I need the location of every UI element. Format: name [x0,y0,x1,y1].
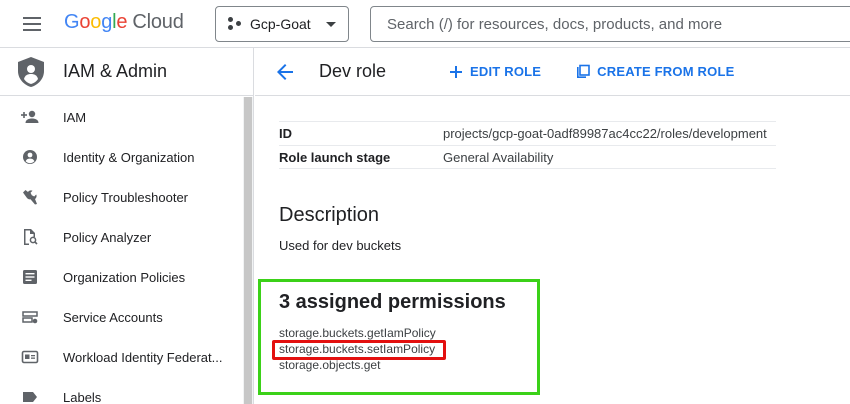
sidebar-header: IAM & Admin [0,48,253,96]
back-arrow-icon[interactable] [273,60,297,84]
project-selector[interactable]: Gcp-Goat [215,6,349,42]
hamburger-menu-icon[interactable] [20,12,44,36]
service-account-icon [20,307,40,327]
project-dots-icon [228,17,242,31]
sidebar-scrollbar-thumb[interactable] [244,97,252,404]
plus-icon [450,65,463,78]
create-from-role-label: CREATE FROM ROLE [597,64,735,79]
sidebar-item-label: Policy Analyzer [63,229,152,245]
shield-icon [18,56,44,87]
edit-role-button[interactable]: EDIT ROLE [448,64,541,80]
permissions-heading: 3 assigned permissions [279,291,506,313]
list-document-icon [20,267,40,287]
permission-item: storage.buckets.getIamPolicy [279,326,436,340]
sidebar-item-policy-analyzer[interactable]: Policy Analyzer [0,217,243,257]
google-cloud-logo[interactable]: Google Cloud [64,11,184,34]
copy-icon [577,64,590,78]
search-input[interactable] [370,6,850,42]
account-circle-icon [20,147,40,167]
caret-down-icon [326,21,336,27]
sidebar-item-policy-troubleshooter[interactable]: Policy Troubleshooter [0,177,243,217]
main-content: Dev role EDIT ROLE CREATE FROM ROLE ID p… [255,48,850,404]
detail-key: ID [279,126,292,141]
detail-row-launch-stage: Role launch stage General Availability [279,145,776,169]
sidebar-nav: IAM Identity & Organization Policy Troub… [0,97,243,404]
permission-highlight-box [272,340,446,360]
detail-value: projects/gcp-goat-0adf89987ac4cc22/roles… [443,126,767,141]
sidebar-item-iam[interactable]: IAM [0,97,243,137]
edit-role-label: EDIT ROLE [470,64,542,79]
sidebar-item-label: Identity & Organization [63,149,195,165]
sidebar-item-workload-identity-federation[interactable]: Workload Identity Federat... [0,337,243,377]
person-add-icon [20,107,40,127]
description-heading: Description [279,204,380,226]
sidebar-item-label: Organization Policies [63,269,186,285]
sidebar-item-label: IAM [63,109,87,125]
logo-google-text: Google [64,11,128,33]
detail-row-id: ID projects/gcp-goat-0adf89987ac4cc22/ro… [279,121,776,145]
sidebar-item-label: Labels [63,389,102,404]
top-bar: Google Cloud Gcp-Goat [0,0,850,48]
sidebar-item-service-accounts[interactable]: Service Accounts [0,297,243,337]
sidebar-item-label: Workload Identity Federat... [63,349,223,365]
page-header: Dev role EDIT ROLE CREATE FROM ROLE [255,48,850,96]
create-from-role-button[interactable]: CREATE FROM ROLE [575,64,734,80]
wrench-icon [20,187,40,207]
label-icon [20,387,40,404]
sidebar-title: IAM & Admin [63,61,168,81]
sidebar-item-identity-organization[interactable]: Identity & Organization [0,137,243,177]
role-details-table: ID projects/gcp-goat-0adf89987ac4cc22/ro… [279,121,776,169]
sidebar: IAM & Admin IAM Identity & Organization … [0,48,254,404]
sidebar-scrollbar[interactable] [243,97,253,404]
detail-value: General Availability [443,149,554,165]
sidebar-item-organization-policies[interactable]: Organization Policies [0,257,243,297]
description-text: Used for dev buckets [279,238,402,253]
document-search-icon [20,227,40,247]
page-title: Dev role [319,61,387,81]
sidebar-item-label: Service Accounts [63,309,163,325]
sidebar-item-labels[interactable]: Labels [0,377,243,404]
project-name: Gcp-Goat [250,16,311,32]
detail-key: Role launch stage [279,149,391,165]
sidebar-item-label: Policy Troubleshooter [63,189,189,205]
logo-cloud-text: Cloud [132,11,184,33]
id-card-icon [20,347,40,367]
